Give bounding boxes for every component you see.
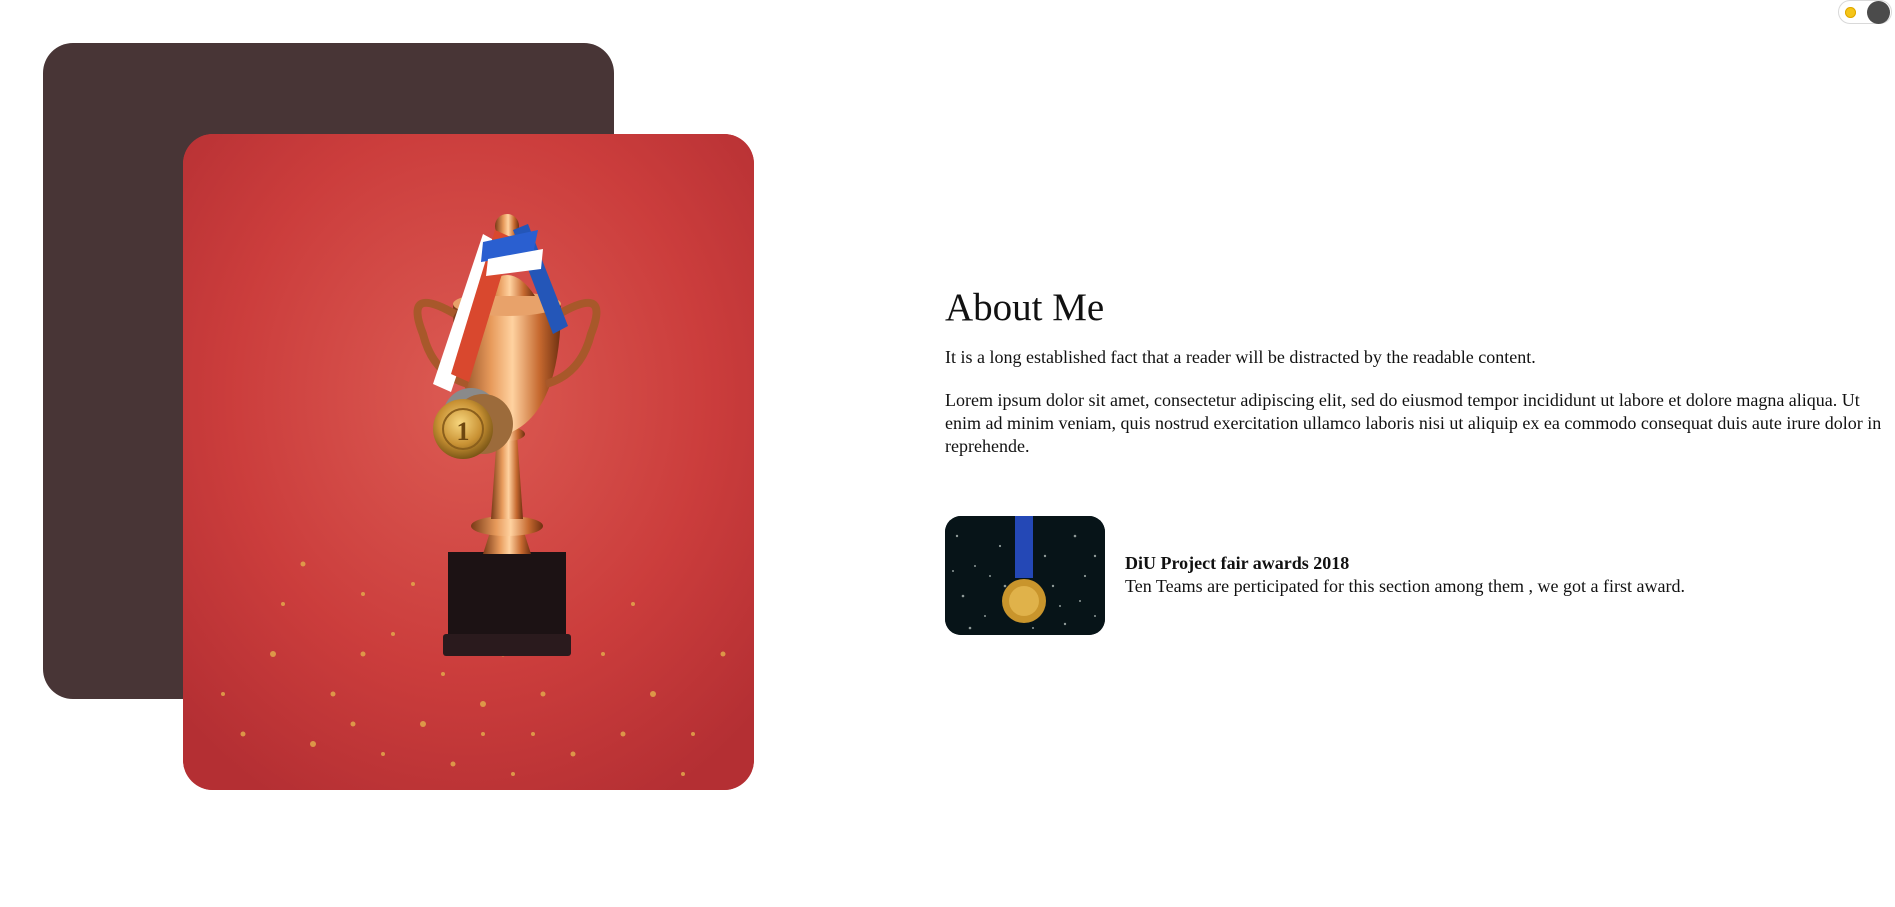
- about-title: About Me: [945, 286, 1105, 329]
- about-page: 1 About Me It is a long established fact…: [0, 0, 1895, 907]
- svg-text:1: 1: [457, 417, 470, 446]
- award-text: DiU Project fair awards 2018 Ten Teams a…: [1125, 552, 1885, 598]
- sun-icon: [1845, 7, 1856, 18]
- trophy-photo: 1: [183, 134, 754, 790]
- award-thumbnail: [945, 516, 1105, 635]
- award-title: DiU Project fair awards 2018: [1125, 553, 1350, 573]
- medal-image: [945, 516, 1105, 635]
- hero-visual: 1: [0, 0, 780, 907]
- theme-toggle[interactable]: [1838, 0, 1892, 24]
- award-item: DiU Project fair awards 2018 Ten Teams a…: [945, 516, 1890, 636]
- trophy-illustration: 1: [183, 134, 754, 790]
- toggle-knob: [1867, 1, 1890, 24]
- about-lead-text: It is a long established fact that a rea…: [945, 347, 1536, 367]
- award-description: Ten Teams are perticipated for this sect…: [1125, 576, 1685, 596]
- about-body-text: Lorem ipsum dolor sit amet, consectetur …: [945, 390, 1882, 456]
- about-section: About Me It is a long established fact t…: [945, 284, 1890, 458]
